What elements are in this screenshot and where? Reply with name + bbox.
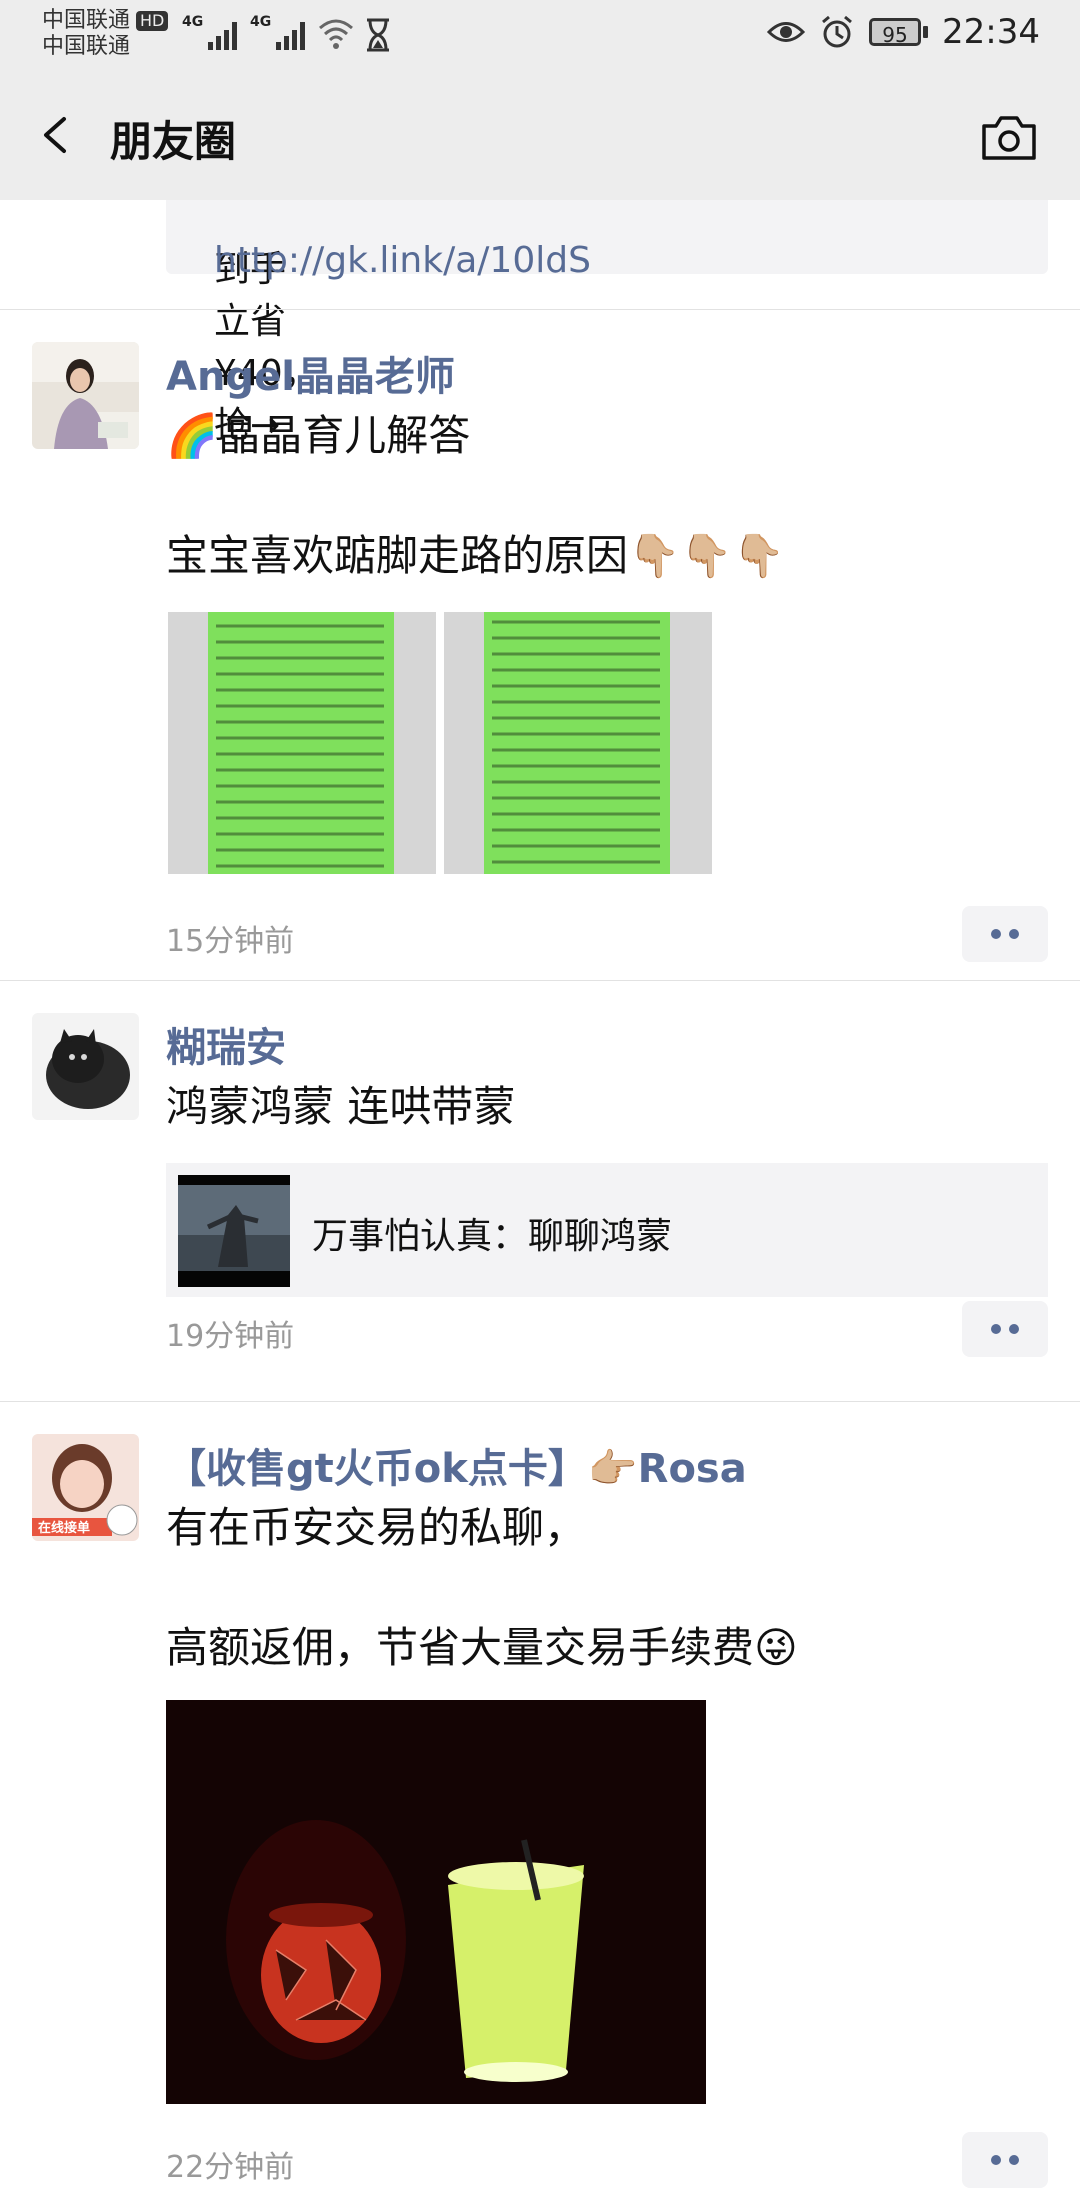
status-bar: 中国联通 HD 中国联通 4G 4G 95 22:34 — [0, 0, 1080, 70]
post-text-line: 高额返佣，节省大量交易手续费😜 — [166, 1623, 798, 1672]
post-time: 15分钟前 — [166, 924, 295, 959]
battery-level: 95 — [869, 18, 922, 47]
hourglass-icon — [367, 18, 389, 52]
post-username[interactable]: 糊瑞安 — [166, 1015, 286, 1073]
carrier-name-2: 中国联通 — [42, 34, 131, 59]
battery-icon: 95 — [869, 18, 929, 47]
alarm-icon — [822, 15, 852, 48]
camera-icon[interactable] — [980, 112, 1038, 162]
clock: 22:34 — [942, 12, 1040, 52]
post-time: 19分钟前 — [166, 1319, 295, 1354]
more-actions-button[interactable] — [962, 2132, 1048, 2188]
post-image[interactable] — [166, 1700, 706, 2104]
nav-bar: 朋友圈 — [0, 70, 1080, 200]
post-text-line: 宝宝喜欢踮脚走路的原因👇🏼👇🏼👇🏼 — [166, 531, 785, 580]
signal-icon: 4G — [182, 14, 238, 50]
link-thumbnail — [178, 1175, 290, 1287]
signal-icon-2: 4G — [250, 14, 306, 50]
post-username[interactable]: 【收售gt火币ok点卡】👉🏼Rosa — [166, 1436, 747, 1494]
eye-icon — [767, 22, 806, 42]
post-username[interactable]: Angel晶晶老师 — [166, 344, 455, 402]
hd-icon: HD — [136, 11, 169, 31]
post-image[interactable] — [168, 612, 436, 874]
avatar-badge-text: 在线接单 — [38, 1520, 90, 1536]
post-text-line: 有在币安交易的私聊， — [166, 1503, 587, 1552]
snippet-link[interactable]: http://gk.link/a/10ldS — [214, 240, 591, 281]
post-time: 22分钟前 — [166, 2150, 295, 2185]
post-text-line: 🌈晶晶育儿解答 — [166, 411, 471, 460]
more-actions-button[interactable] — [962, 906, 1048, 962]
network-type-label: 4G — [182, 14, 204, 30]
shared-link-card[interactable]: 万事怕认真：聊聊鸿蒙 — [166, 1163, 1048, 1297]
post-image[interactable] — [444, 612, 712, 874]
status-right-group: 95 22:34 — [767, 12, 1040, 52]
previous-post-snippet: 到手立省 ¥40，抢→ http://gk.link/a/10ldS — [166, 200, 1048, 446]
page-title: 朋友圈 — [110, 117, 237, 166]
post-text-line: 鸿蒙鸿蒙 连哄带蒙 — [166, 1082, 516, 1131]
divider — [0, 1401, 1080, 1402]
back-arrow-icon[interactable] — [36, 115, 76, 155]
divider — [0, 309, 1080, 310]
avatar[interactable]: 在线接单 — [32, 1434, 139, 1541]
link-title: 万事怕认真：聊聊鸿蒙 — [312, 1216, 673, 1257]
avatar[interactable] — [32, 342, 139, 449]
network-type-label-2: 4G — [250, 14, 272, 30]
divider — [0, 980, 1080, 981]
wifi-icon — [319, 19, 353, 49]
more-actions-button[interactable] — [962, 1301, 1048, 1357]
avatar[interactable] — [32, 1013, 139, 1120]
carrier-info: 中国联通 HD 中国联通 — [42, 8, 169, 60]
carrier-name-1: 中国联通 — [42, 8, 131, 33]
